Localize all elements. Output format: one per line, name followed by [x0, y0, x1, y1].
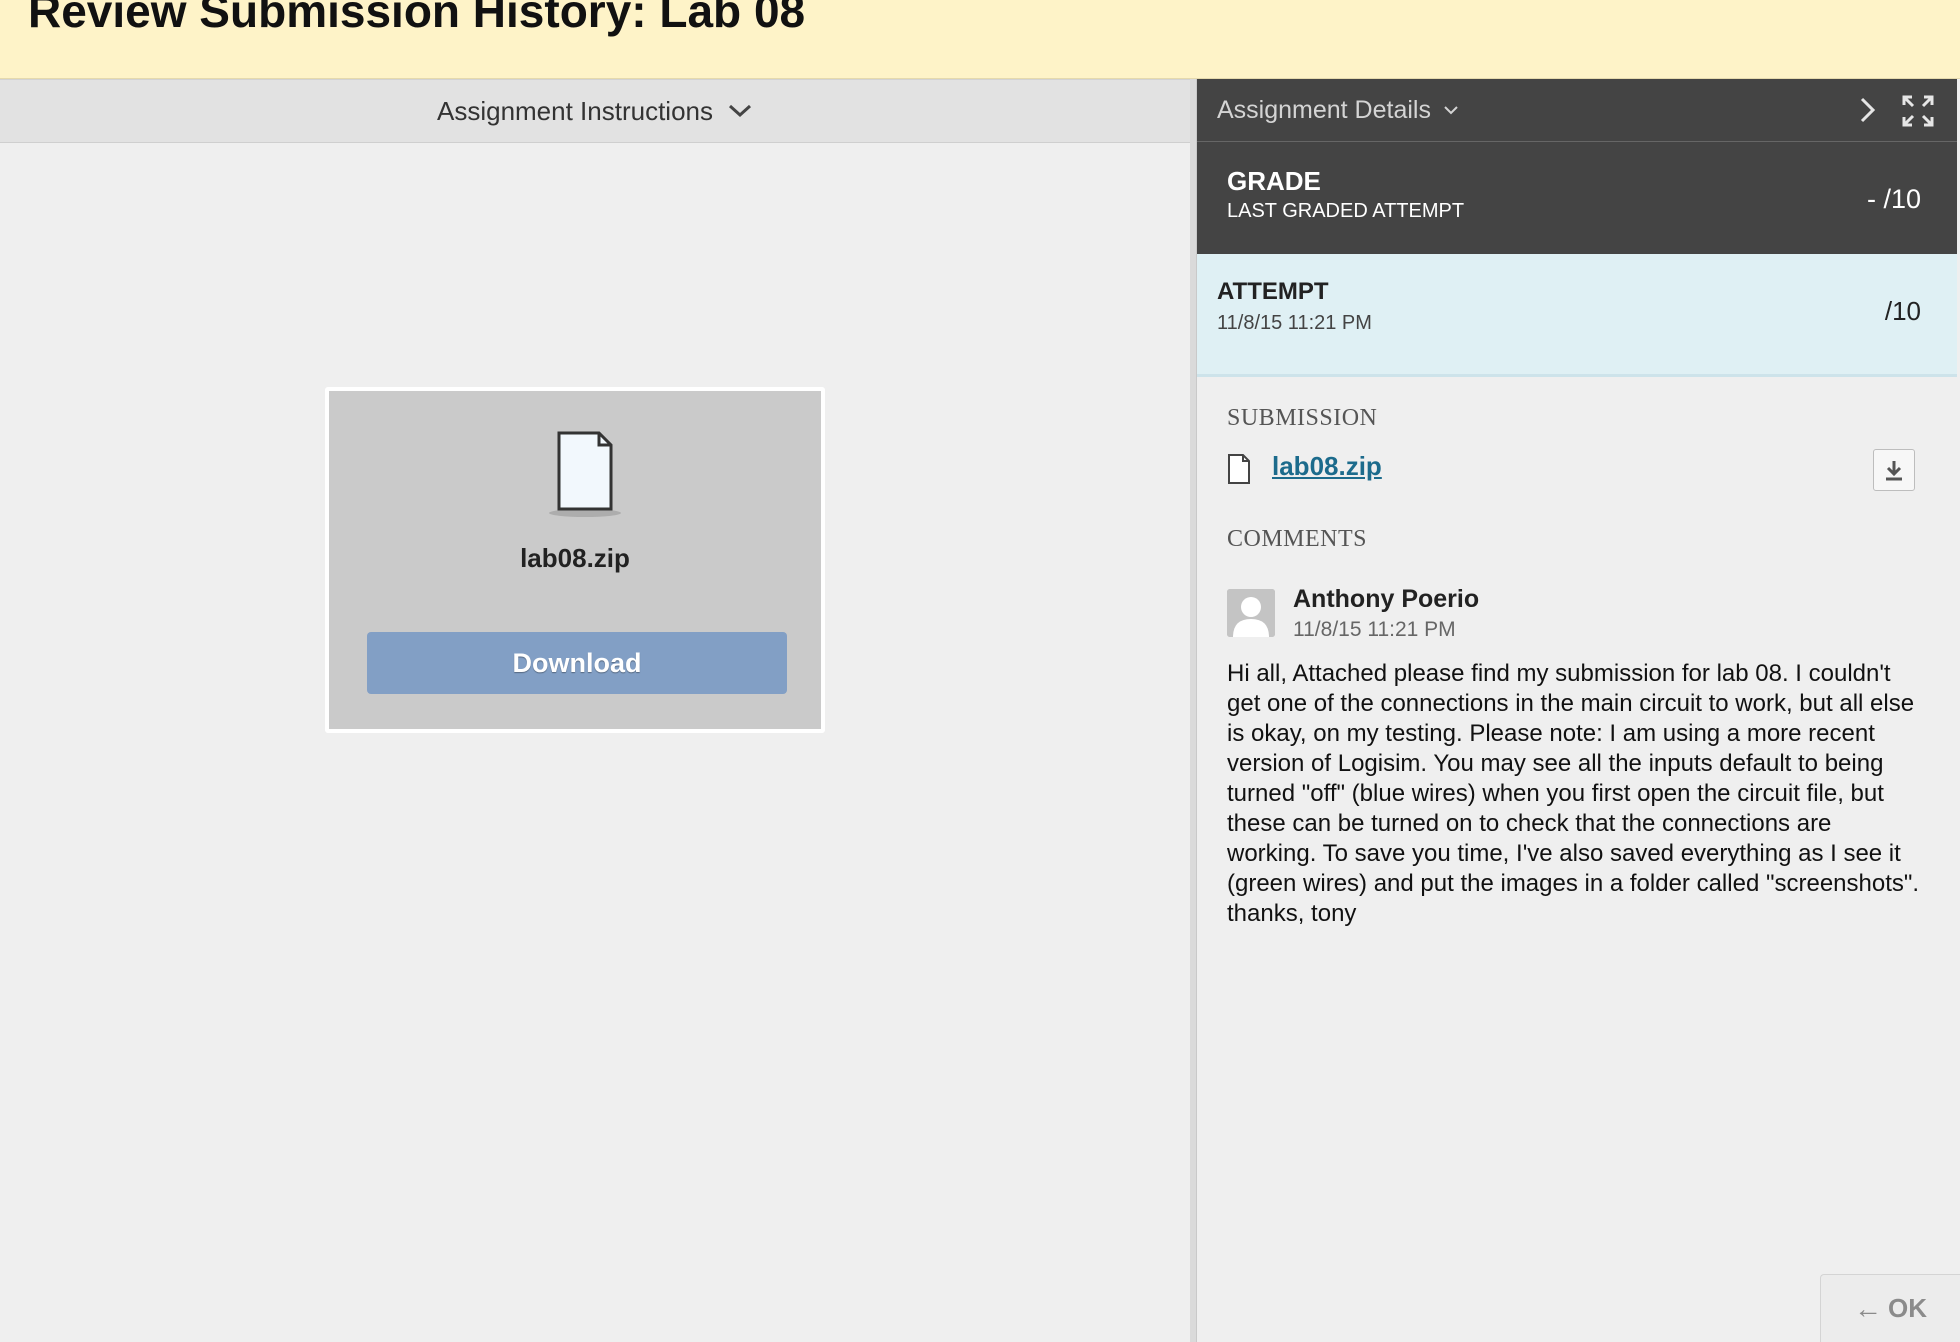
page-title: Review Submission History: Lab 08 — [28, 0, 806, 37]
file-icon — [1228, 454, 1250, 484]
assignment-instructions-label: Assignment Instructions — [436, 95, 713, 126]
grade-score: - /10 — [1866, 184, 1921, 214]
submission-file-link[interactable]: lab08.zip — [1272, 451, 1382, 482]
file-icon — [549, 431, 621, 517]
download-file-button[interactable] — [1873, 449, 1915, 491]
download-icon — [1886, 461, 1902, 481]
expand-icon[interactable] — [1901, 94, 1935, 128]
chevron-down-icon — [728, 104, 752, 118]
chevron-right-icon[interactable] — [1853, 96, 1881, 124]
comment-date: 11/8/15 11:21 PM — [1293, 618, 1456, 641]
assignment-details-pane: Assignment Details GRADE LAST GRADED ATT… — [1196, 79, 1957, 1342]
comment-author: Anthony Poerio — [1293, 585, 1480, 613]
avatar-icon — [1227, 589, 1275, 637]
assignment-instructions-toggle[interactable]: Assignment Instructions — [0, 79, 1190, 143]
chevron-down-icon — [1444, 106, 1458, 115]
file-name: lab08.zip — [520, 543, 630, 573]
ok-button[interactable]: ← OK — [1820, 1274, 1960, 1342]
file-preview-card: lab08.zip Download — [325, 387, 825, 733]
left-pane: Assignment Instructions lab08.zip Downlo… — [0, 79, 1190, 1342]
ok-label: OK — [1888, 1293, 1927, 1323]
attempt-label: ATTEMPT — [1217, 278, 1329, 305]
left-arrow-icon: ← — [1854, 1292, 1882, 1324]
last-graded-attempt-label: LAST GRADED ATTEMPT — [1227, 200, 1465, 222]
comment-body: Hi all, Attached please find my submissi… — [1227, 660, 1920, 927]
assignment-details-toggle[interactable]: Assignment Details — [1217, 96, 1459, 125]
attempt-score: /10 — [1884, 296, 1921, 326]
grade-summary: GRADE LAST GRADED ATTEMPT - /10 — [1197, 142, 1957, 254]
submission-heading: SUBMISSION — [1227, 405, 1378, 431]
download-button[interactable]: Download — [367, 632, 787, 694]
assignment-details-header: Assignment Details — [1197, 79, 1957, 142]
attempt-row[interactable]: ATTEMPT 11/8/15 11:21 PM /10 — [1197, 254, 1957, 377]
comments-heading: COMMENTS — [1227, 526, 1368, 552]
attempt-date: 11/8/15 11:21 PM — [1217, 312, 1372, 334]
assignment-details-label: Assignment Details — [1217, 95, 1431, 124]
title-bar: Review Submission History: Lab 08 — [0, 0, 1960, 79]
grade-label: GRADE — [1227, 166, 1321, 196]
